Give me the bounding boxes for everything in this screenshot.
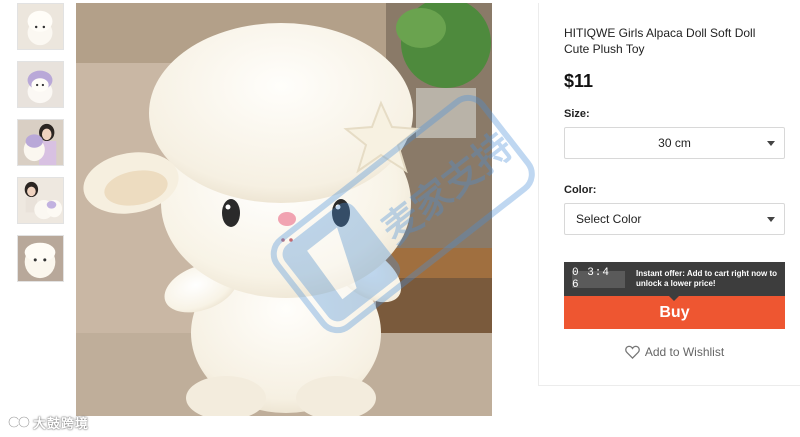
- main-product-image: [76, 3, 492, 416]
- wishlist-label: Add to Wishlist: [644, 345, 725, 359]
- thumbnail-alpaca-closeup[interactable]: [17, 235, 64, 282]
- thumbnail-list: [17, 3, 64, 293]
- size-select[interactable]: 30 cm: [564, 127, 785, 159]
- offer-text: Instant offer: Add to cart right now to …: [636, 269, 778, 288]
- chevron-down-icon: [767, 141, 775, 146]
- size-selected-value: 30 cm: [658, 136, 691, 150]
- product-title: HITIQWE Girls Alpaca Doll Soft Doll Cute…: [564, 26, 756, 56]
- countdown-timer: 0 3:4 6: [572, 267, 625, 291]
- product-price: $11: [564, 71, 594, 91]
- alpaca-plush-photo: [76, 3, 492, 416]
- thumbnail-white-alpaca[interactable]: [17, 3, 64, 50]
- add-to-wishlist-link[interactable]: Add to Wishlist: [564, 345, 785, 359]
- thumbnail-girl-with-alpacas[interactable]: [17, 177, 64, 224]
- heart-icon: [624, 345, 640, 359]
- color-selected-value: Select Color: [576, 212, 642, 226]
- color-label: Color:: [564, 184, 597, 196]
- color-select[interactable]: Select Color: [564, 203, 785, 235]
- corner-logo-text: 大鼓跨境: [33, 416, 90, 432]
- buy-button[interactable]: Buy: [564, 296, 785, 329]
- thumbnail-purple-alpaca[interactable]: [17, 61, 64, 108]
- thumbnail-girl-holding-alpaca[interactable]: [17, 119, 64, 166]
- logo-mark-icon: [8, 415, 30, 429]
- instant-offer-bar: 0 3:4 6 Instant offer: Add to cart right…: [564, 262, 785, 296]
- product-panel: HITIQWE Girls Alpaca Doll Soft Doll Cute…: [538, 3, 800, 386]
- corner-logo: 大鼓跨境: [8, 412, 89, 432]
- size-label: Size:: [564, 108, 590, 120]
- chevron-down-icon: [767, 217, 775, 222]
